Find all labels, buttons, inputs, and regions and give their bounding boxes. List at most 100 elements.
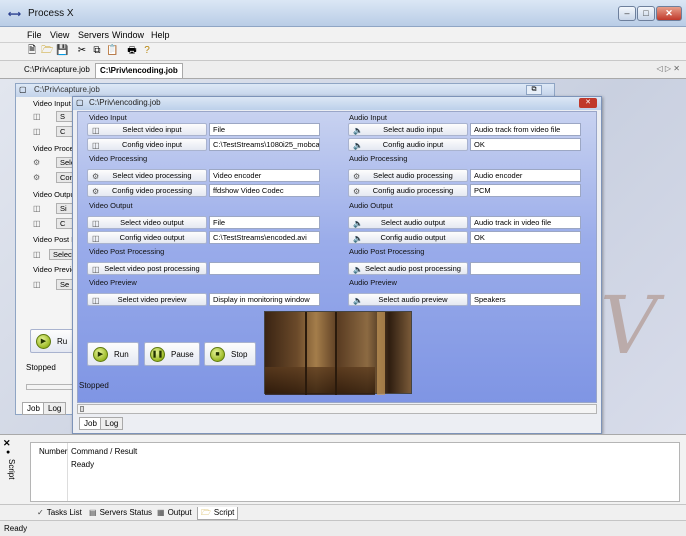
close-icon[interactable]: ✕ <box>579 98 597 108</box>
audio-processing-config-value: PCM <box>470 184 581 197</box>
select-audio-output-button[interactable]: 🔈 Select audio output <box>348 216 468 229</box>
play-icon: ▶ <box>93 347 108 362</box>
camera-icon: ◫ <box>92 234 100 243</box>
copy-icon[interactable]: ⧉ <box>91 45 103 57</box>
window-title: Process X <box>28 8 74 19</box>
video-post-processing-value <box>209 262 320 275</box>
minimize-button[interactable]: – <box>618 6 636 21</box>
audio-output-value: Audio track in video file <box>470 216 581 229</box>
config-video-output-button[interactable]: ◫ Config video output <box>87 231 207 244</box>
new-file-icon[interactable]: 🗎 <box>26 45 38 57</box>
config-video-input-button[interactable]: ◫ Config video input <box>87 138 207 151</box>
speaker-icon: 🔈 <box>353 265 363 274</box>
column-header-command[interactable]: Command / Result <box>71 447 137 456</box>
doc-tab-encoding[interactable]: C:\Priv\encoding.job <box>95 63 183 78</box>
tab-script[interactable]: 🗁 Script <box>197 507 239 520</box>
section-audio-processing: Audio Processing <box>349 154 408 163</box>
menu-window[interactable]: Window <box>112 30 144 40</box>
tab-tasks-list[interactable]: ✓ Tasks List <box>34 507 85 520</box>
pause-button[interactable]: ❚❚ Pause <box>144 342 200 366</box>
section-audio-preview: Audio Preview <box>349 278 397 287</box>
pause-icon: ❚❚ <box>150 347 165 362</box>
print-icon[interactable]: 🖶 <box>126 45 138 57</box>
scroll-thumb[interactable] <box>80 406 84 412</box>
pin-icon[interactable]: ● <box>6 449 10 456</box>
video-input-config-value: C:\TestStreams\1080i25_mobcal_ <box>209 138 320 151</box>
maximize-button[interactable]: □ <box>637 6 655 21</box>
menu-file[interactable]: File <box>27 30 42 40</box>
stop-button[interactable]: ■ Stop <box>204 342 256 366</box>
select-video-processing-button[interactable]: ⚙ Select video processing <box>87 169 207 182</box>
encoding-status: Stopped <box>79 381 109 390</box>
script-panel-title: Script <box>7 459 16 480</box>
video-preview-image <box>264 311 412 395</box>
encoding-settings-panel: Video Input ◫ Select video input File ◫ Co… <box>77 111 597 403</box>
gear-icon: ⚙ <box>92 172 100 181</box>
capture-tab-log[interactable]: Log <box>43 402 67 415</box>
capture-status: Stopped <box>26 363 56 372</box>
select-audio-input-button[interactable]: 🔈 Select audio input <box>348 123 468 136</box>
section-video-post-processing: Video Post Processing <box>89 247 165 256</box>
capture-run-button[interactable]: ▶ Ru <box>30 329 74 353</box>
video-input-value: File <box>209 123 320 136</box>
config-audio-input-button[interactable]: 🔈 Config audio input <box>348 138 468 151</box>
cut-icon[interactable]: ✂ <box>76 45 88 57</box>
video-output-config-value: C:\TestStreams\encoded.avi <box>209 231 320 244</box>
restore-icon[interactable]: ⧉ <box>526 85 542 95</box>
close-icon[interactable]: ✕ <box>3 438 11 449</box>
config-audio-processing-button[interactable]: ⚙ Config audio processing <box>348 184 468 197</box>
column-header-number[interactable]: Number <box>39 447 67 456</box>
window-icon: ▢ <box>19 85 27 94</box>
select-video-post-processing-button[interactable]: ◫ Select video post processing <box>87 262 207 275</box>
paste-icon[interactable]: 📋 <box>106 45 118 57</box>
status-text: Ready <box>4 524 28 533</box>
section-video-output: Video Output <box>89 201 133 210</box>
camera-icon: ◫ <box>92 219 100 228</box>
help-icon[interactable]: ? <box>141 45 153 57</box>
section-video-processing: Video Processing <box>89 154 148 163</box>
encoding-scrollbar[interactable] <box>77 404 597 414</box>
capture-section-video-processing: Video Proce <box>33 144 74 153</box>
close-button[interactable]: ✕ <box>656 6 682 21</box>
folder-icon: 🗁 <box>201 508 211 517</box>
server-icon: ▤ <box>89 508 97 517</box>
table-row[interactable]: Ready <box>71 460 94 469</box>
tab-scroll-arrows-icon[interactable]: ◁ ▷ ✕ <box>657 64 680 73</box>
select-audio-post-processing-button[interactable]: 🔈 Select audio post processing <box>348 262 468 275</box>
capture-section-video-output: Video Outpu <box>33 190 75 199</box>
select-video-output-button[interactable]: ◫ Select video output <box>87 216 207 229</box>
section-audio-input: Audio Input <box>349 113 387 122</box>
window-icon: ▢ <box>76 98 84 107</box>
config-audio-output-button[interactable]: 🔈 Config audio output <box>348 231 468 244</box>
tasks-icon: ✓ <box>37 508 44 517</box>
section-audio-post-processing: Audio Post Processing <box>349 247 425 256</box>
tab-servers-status[interactable]: ▤ Servers Status <box>86 507 155 520</box>
section-audio-output: Audio Output <box>349 201 393 210</box>
select-audio-processing-button[interactable]: ⚙ Select audio processing <box>348 169 468 182</box>
select-audio-preview-button[interactable]: 🔈 Select audio preview <box>348 293 468 306</box>
select-video-input-button[interactable]: ◫ Select video input <box>87 123 207 136</box>
camera-icon: ◫ <box>33 204 41 213</box>
encoding-tab-job[interactable]: Job <box>79 417 102 430</box>
open-folder-icon[interactable]: 🗁 <box>41 45 53 57</box>
camera-icon: ◫ <box>33 127 41 136</box>
select-video-preview-button[interactable]: ◫ Select video preview <box>87 293 207 306</box>
capture-window-title: C:\Priv\capture.job <box>34 85 100 94</box>
capture-tab-job[interactable]: Job <box>22 402 45 415</box>
encoding-title-bar[interactable]: ▢ C:\Priv\encoding.job ✕ <box>73 97 601 110</box>
run-button[interactable]: ▶ Run <box>87 342 139 366</box>
encoding-tab-log[interactable]: Log <box>100 417 124 430</box>
speaker-icon: 🔈 <box>353 219 363 228</box>
capture-section-video-post: Video Post F <box>33 235 76 244</box>
camera-icon: ◫ <box>33 112 41 121</box>
save-icon[interactable]: 💾 <box>56 45 68 57</box>
audio-post-processing-value <box>470 262 581 275</box>
encoding-job-window[interactable]: ▢ C:\Priv\encoding.job ✕ Video Input ◫ Se… <box>72 96 602 434</box>
menu-help[interactable]: Help <box>151 30 170 40</box>
doc-tab-capture[interactable]: C:\Priv\capture.job <box>20 63 94 78</box>
menu-view[interactable]: View <box>50 30 69 40</box>
config-video-processing-button[interactable]: ⚙ Config video processing <box>87 184 207 197</box>
menu-servers[interactable]: Servers <box>78 30 109 40</box>
tab-output[interactable]: ▦ Output <box>154 507 195 520</box>
capture-scrollbar[interactable] <box>26 384 76 390</box>
